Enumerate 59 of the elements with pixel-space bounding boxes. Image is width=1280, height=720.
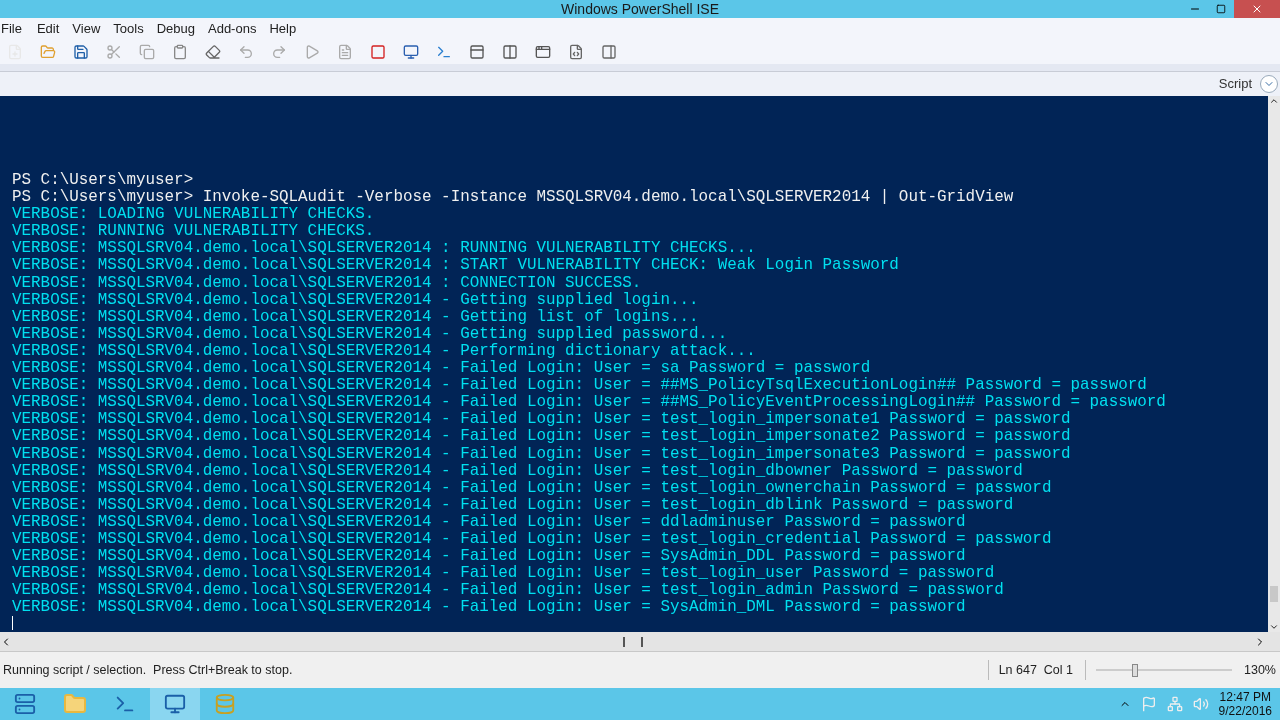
console-line: VERBOSE: MSSQLSRV04.demo.local\SQLSERVER2014 - Getting supplied password... (12, 324, 728, 343)
monitor-icon (164, 693, 186, 715)
menu-item[interactable]: Tools (112, 19, 145, 39)
zoom-slider[interactable] (1096, 663, 1232, 677)
console-line: VERBOSE: MSSQLSRV04.demo.local\SQLSERVER2014 - Failed Login: User = SysAdmin_DDL Password = password (12, 547, 966, 566)
vertical-scrollbar[interactable] (1268, 96, 1280, 632)
menu-item[interactable]: Help (268, 19, 298, 39)
console-line: VERBOSE: MSSQLSRV04.demo.local\SQLSERVER2014 - Failed Login: User = ##MS_PolicyEventProcessingLogin## Password = password (12, 393, 1166, 412)
menu-item[interactable]: View (71, 19, 102, 39)
zoom-reading: 130% (1244, 661, 1276, 679)
console-line: VERBOSE: MSSQLSRV04.demo.local\SQLSERVER2014 - Getting list of logins... (12, 307, 699, 326)
network-icon (1166, 696, 1183, 712)
console-line: VERBOSE: MSSQLSRV04.demo.local\SQLSERVER2014 - Failed Login: User = ddladminuser Password = password (12, 512, 966, 531)
speaker-icon (1192, 696, 1209, 712)
database-icon (214, 693, 236, 715)
scroll-thumb[interactable] (1270, 586, 1278, 602)
console-line: VERBOSE: MSSQLSRV04.demo.local\SQLSERVER2014 - Failed Login: User = test_login_dbowner Password = password (12, 461, 1023, 480)
console-line: VERBOSE: MSSQLSRV04.demo.local\SQLSERVER2014 - Failed Login: User = test_login_credential Password = password (12, 529, 1052, 548)
console-line: VERBOSE: RUNNING VULNERABILITY CHECKS. (12, 222, 375, 241)
server-icon (14, 693, 36, 715)
horizontal-scroll-thumb[interactable] (623, 636, 643, 647)
console-line: VERBOSE: MSSQLSRV04.demo.local\SQLSERVER2014 - Performing dictionary attack... (12, 341, 756, 360)
menu-item[interactable]: Edit (35, 19, 61, 39)
console-line: VERBOSE: MSSQLSRV04.demo.local\SQLSERVER2014 - Failed Login: User = test_login_dblink Password = password (12, 495, 1014, 514)
clock-time: 12:47 PM (1219, 690, 1271, 704)
console-line: VERBOSE: MSSQLSRV04.demo.local\SQLSERVER2014 - Failed Login: User = sa Password = password (12, 359, 871, 378)
console-line: VERBOSE: MSSQLSRV04.demo.local\SQLSERVER2014 - Failed Login: User = test_login_admin Password = password (12, 581, 1004, 600)
scroll-down-icon (1269, 622, 1279, 632)
close-icon (1251, 3, 1263, 15)
pane-label: Script (1218, 75, 1252, 94)
console-line: VERBOSE: MSSQLSRV04.demo.local\SQLSERVER2014 - Failed Login: User = test_login_user Password = password (12, 564, 995, 583)
menu-item[interactable]: File (0, 19, 23, 39)
maximize-icon (1216, 4, 1226, 14)
console-line: VERBOSE: MSSQLSRV04.demo.local\SQLSERVER2014 - Failed Login: User = test_login_impersonate2 Password = password (12, 427, 1071, 446)
zoom-slider-thumb[interactable] (1132, 663, 1139, 677)
console-line: VERBOSE: MSSQLSRV04.demo.local\SQLSERVER2014 - Failed Login: User = ##MS_PolicyTsqlExecutionLogin## Password = password (12, 376, 1147, 395)
console-line: VERBOSE: MSSQLSRV04.demo.local\SQLSERVER2014 : CONNECTION SUCCESS. (12, 273, 642, 292)
flag-icon (1140, 696, 1157, 712)
console-line: VERBOSE: MSSQLSRV04.demo.local\SQLSERVER2014 : START VULNERABILITY CHECK: Weak Login Password (12, 256, 899, 275)
console-line: VERBOSE: MSSQLSRV04.demo.local\SQLSERVER2014 - Getting supplied login... (12, 290, 699, 309)
console-line: VERBOSE: MSSQLSRV04.demo.local\SQLSERVER2014 - Failed Login: User = test_login_ownerchain Password = password (12, 478, 1052, 497)
clock-date: 9/22/2016 (1218, 704, 1272, 718)
console-line: PS C:\Users\myuser> (12, 171, 194, 189)
folder-icon (63, 692, 87, 716)
scroll-up-icon (1269, 96, 1279, 106)
text-cursor (12, 616, 13, 631)
console-line: VERBOSE: MSSQLSRV04.demo.local\SQLSERVER2014 : RUNNING VULNERABILITY CHECKS... (12, 239, 756, 258)
expand-button[interactable] (1260, 75, 1278, 93)
status-message: Running script / selection. Press Ctrl+Break to stop. (3, 661, 293, 679)
cursor-position: Ln 647 Col 1 (998, 661, 1073, 679)
menu-item[interactable]: Debug (155, 19, 196, 39)
console-line: VERBOSE: MSSQLSRV04.demo.local\SQLSERVER2014 - Failed Login: User = SysAdmin_DML Password = password (12, 598, 966, 617)
console-line: PS C:\Users\myuser> Invoke-SQLAudit -Verbose -Instance MSSQLSRV04.demo.local\SQLSERVER2014 | Out-GridView (12, 188, 1014, 207)
console-line: VERBOSE: LOADING VULNERABILITY CHECKS. (12, 205, 375, 224)
window-title: Windows PowerShell ISE (561, 0, 719, 18)
console-line: VERBOSE: MSSQLSRV04.demo.local\SQLSERVER2014 - Failed Login: User = test_login_impersonate3 Password = password (12, 444, 1071, 463)
console-line: VERBOSE: MSSQLSRV04.demo.local\SQLSERVER2014 - Failed Login: User = test_login_impersonate1 Password = password (12, 410, 1071, 429)
menu-item[interactable]: Add-ons (207, 19, 258, 39)
powershell-ise-button[interactable] (150, 688, 200, 720)
